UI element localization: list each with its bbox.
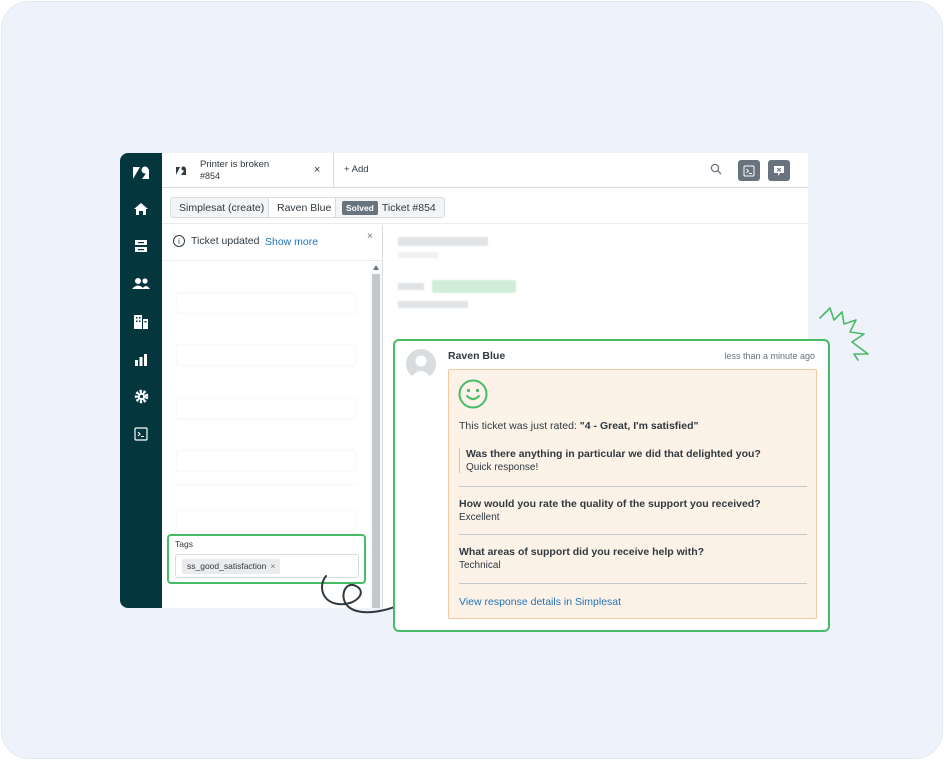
- answer-1: Quick response!: [466, 462, 539, 473]
- smiley-face-icon: [458, 379, 488, 409]
- ticket-tab[interactable]: Printer is broken #854 ×: [162, 153, 334, 188]
- settings-gear-icon[interactable]: [131, 386, 151, 406]
- survey-response-box: This ticket was just rated: "4 - Great, …: [448, 369, 817, 619]
- simplesat-app-button[interactable]: [768, 160, 790, 181]
- breadcrumb-ticket-label: Ticket #854: [381, 201, 436, 214]
- divider: [459, 583, 807, 584]
- blurred-rating-badge: [432, 280, 516, 293]
- left-nav: [120, 153, 162, 608]
- tab-ticket-number: #854: [200, 171, 221, 181]
- rating-value: "4 - Great, I'm satisfied": [579, 420, 699, 432]
- blurred-requester-field: [176, 344, 356, 366]
- breadcrumb: Simplesat (create) Raven Blue Solved Tic…: [162, 188, 808, 224]
- home-icon[interactable]: [131, 199, 151, 219]
- blurred-text: [398, 283, 424, 290]
- scrollbar-thumb[interactable]: [372, 274, 380, 608]
- info-icon: i: [173, 235, 185, 247]
- zendesk-logo-icon[interactable]: [131, 163, 151, 183]
- divider: [176, 484, 356, 485]
- view-response-details-link[interactable]: View response details in Simplesat: [459, 596, 621, 608]
- simplesat-response-card: Raven Blue less than a minute ago This t…: [393, 339, 830, 632]
- avatar: [406, 349, 436, 379]
- notice-close-button[interactable]: ×: [367, 231, 373, 242]
- scroll-up-arrow-icon[interactable]: [373, 265, 379, 270]
- question-1: Was there anything in particular we did …: [466, 448, 761, 460]
- answer-3: Technical: [459, 560, 501, 571]
- rating-prefix: This ticket was just rated:: [459, 420, 580, 432]
- question-block-3: What areas of support did you receive he…: [459, 546, 704, 571]
- timestamp: less than a minute ago: [724, 351, 815, 361]
- rating-text: This ticket was just rated: "4 - Great, …: [459, 420, 698, 432]
- zendesk-tab-icon: [176, 166, 186, 175]
- tag-text: ss_good_satisfaction: [187, 561, 267, 571]
- tag-chip[interactable]: ss_good_satisfaction ×: [182, 559, 281, 574]
- question-3: What areas of support did you receive he…: [459, 546, 705, 558]
- organizations-icon[interactable]: [131, 311, 151, 331]
- tab-title: Printer is broken: [200, 159, 270, 170]
- divider: [459, 534, 807, 535]
- breadcrumb-simplesat[interactable]: Simplesat (create): [170, 197, 274, 218]
- notice-text: Ticket updated: [191, 235, 260, 247]
- customers-icon[interactable]: [131, 273, 151, 293]
- console-app-icon[interactable]: [131, 424, 151, 444]
- console-button[interactable]: [738, 160, 760, 181]
- divider: [459, 486, 807, 487]
- blurred-text: [398, 301, 468, 308]
- tab-close-button[interactable]: ×: [314, 164, 320, 176]
- blurred-assignee-field: [176, 398, 356, 420]
- blurred-brand-field: [176, 292, 356, 314]
- chat-close-icon: [774, 165, 784, 176]
- views-icon[interactable]: [131, 236, 151, 256]
- answer-2: Excellent: [459, 512, 500, 523]
- blurred-subtitle: [398, 252, 438, 258]
- top-bar: Printer is broken #854 × + Add ?: [162, 153, 808, 188]
- blurred-form-field: [176, 510, 356, 532]
- question-block-1: Was there anything in particular we did …: [459, 448, 761, 473]
- status-badge: Solved: [342, 200, 378, 215]
- tags-label: Tags: [175, 539, 193, 549]
- search-icon[interactable]: [710, 163, 722, 175]
- question-block-2: How would you rate the quality of the su…: [459, 498, 761, 523]
- add-tab-button[interactable]: + Add: [344, 164, 369, 175]
- scrollbar[interactable]: [370, 262, 382, 608]
- question-2: How would you rate the quality of the su…: [459, 498, 761, 510]
- blurred-cc-field: [176, 450, 356, 472]
- show-more-link[interactable]: Show more: [265, 236, 318, 248]
- user-avatar-icon: [410, 355, 432, 379]
- tag-remove-button[interactable]: ×: [270, 561, 275, 571]
- reporting-icon[interactable]: [131, 349, 151, 369]
- breadcrumb-requester[interactable]: Raven Blue: [268, 197, 341, 218]
- ticket-updated-notice: i Ticket updated Show more ×: [162, 225, 383, 261]
- author-name: Raven Blue: [448, 350, 506, 362]
- blurred-title: [398, 237, 488, 246]
- breadcrumb-ticket[interactable]: Solved Ticket #854: [335, 197, 445, 218]
- console-icon: [743, 165, 755, 176]
